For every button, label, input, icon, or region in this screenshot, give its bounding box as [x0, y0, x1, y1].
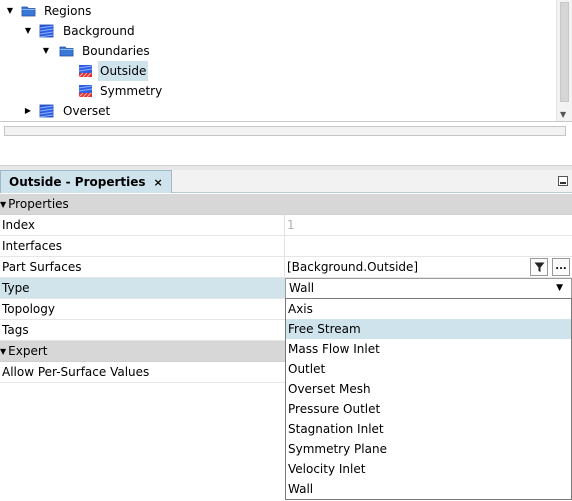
dropdown-option-outlet[interactable]: Outlet	[286, 359, 571, 379]
expand-toggle-icon[interactable]: ▼	[5, 1, 15, 21]
expand-toggle-icon[interactable]: ▼	[41, 41, 51, 61]
tree-item-label: Regions	[44, 4, 92, 18]
collapse-toggle-icon[interactable]: ▶	[23, 101, 33, 121]
tree-item-background[interactable]: ▼ Background	[0, 21, 550, 41]
folder-icon	[21, 4, 36, 18]
dropdown-option-symmetry-plane[interactable]: Symmetry Plane	[286, 439, 571, 459]
property-name: Interfaces	[2, 239, 62, 253]
property-name: Topology	[2, 302, 55, 316]
collapse-triangle-icon[interactable]: ▼	[0, 347, 6, 356]
tree-item-label: Overset	[63, 104, 111, 118]
collapse-triangle-icon[interactable]: ▼	[0, 200, 6, 209]
tree-item-boundaries[interactable]: ▼ Boundaries	[0, 41, 550, 61]
type-dropdown-list[interactable]: Axis Free Stream Mass Flow Inlet Outlet …	[285, 298, 572, 500]
chevron-down-icon[interactable]: ▼	[556, 279, 563, 298]
property-value	[284, 236, 572, 256]
tree-vertical-scrollbar[interactable]: ▼	[556, 0, 572, 121]
dropdown-option-stagnation-inlet[interactable]: Stagnation Inlet	[286, 419, 571, 439]
property-name: Allow Per-Surface Values	[2, 365, 150, 379]
scroll-down-arrow-icon[interactable]: ▼	[560, 110, 566, 119]
tree-item-regions[interactable]: ▼ Regions	[0, 1, 550, 21]
property-name: Index	[2, 218, 36, 232]
filter-button[interactable]	[530, 258, 548, 276]
dropdown-option-overset-mesh[interactable]: Overset Mesh	[286, 379, 571, 399]
property-name: Tags	[2, 323, 29, 337]
region-icon	[39, 24, 54, 38]
folder-icon	[59, 44, 74, 58]
tab-outside-properties[interactable]: Outside - Properties ×	[0, 170, 172, 193]
property-row-part-surfaces[interactable]: Part Surfaces [Background.Outside] ...	[0, 257, 572, 278]
dropdown-option-wall[interactable]: Wall	[286, 479, 571, 499]
tree-item-label: Boundaries	[82, 44, 150, 58]
dropdown-option-pressure-outlet[interactable]: Pressure Outlet	[286, 399, 571, 419]
tree-item-label: Background	[63, 24, 135, 38]
property-name: Type	[2, 281, 30, 295]
scrollbar-thumb[interactable]	[560, 2, 569, 102]
category-label: Properties	[8, 197, 69, 211]
tree-item-overset[interactable]: ▶ Overset	[0, 101, 550, 121]
property-row-interfaces[interactable]: Interfaces	[0, 236, 572, 257]
property-value: 1	[284, 215, 572, 235]
dropdown-option-velocity-inlet[interactable]: Velocity Inlet	[286, 459, 571, 479]
tree-bottom-area	[0, 121, 572, 170]
tab-title: Outside - Properties	[9, 175, 146, 189]
category-properties[interactable]: ▼ Properties	[0, 194, 572, 215]
filter-icon	[534, 262, 545, 272]
object-tree: ▼ Regions ▼ Background ▼ Boundaries Outs…	[0, 0, 572, 121]
properties-tab-bar: Outside - Properties ×	[0, 170, 572, 193]
property-value[interactable]: [Background.Outside]	[284, 257, 572, 277]
tree-item-label: Symmetry	[100, 84, 163, 98]
region-icon	[39, 104, 54, 118]
type-combobox-value[interactable]: Wall	[289, 279, 314, 298]
browse-button[interactable]: ...	[552, 258, 570, 276]
property-row-type[interactable]: Type Wall ▼	[0, 278, 572, 299]
property-name: Part Surfaces	[2, 260, 82, 274]
dropdown-option-free-stream[interactable]: Free Stream	[286, 319, 571, 339]
type-combobox[interactable]: Wall ▼	[285, 278, 572, 299]
tree-horizontal-scrollbar[interactable]	[4, 126, 566, 136]
dropdown-option-mass-flow-inlet[interactable]: Mass Flow Inlet	[286, 339, 571, 359]
expand-toggle-icon[interactable]: ▼	[23, 21, 33, 41]
close-icon[interactable]: ×	[154, 176, 163, 189]
tree-item-outside[interactable]: Outside	[0, 61, 550, 81]
category-label: Expert	[8, 344, 48, 358]
dropdown-option-axis[interactable]: Axis	[286, 299, 571, 319]
boundary-icon	[78, 84, 93, 98]
minimize-icon[interactable]	[558, 176, 568, 186]
boundary-icon	[78, 64, 93, 78]
property-row-index[interactable]: Index 1	[0, 215, 572, 236]
tree-item-symmetry[interactable]: Symmetry	[0, 81, 550, 101]
tree-item-label: Outside	[98, 61, 149, 81]
